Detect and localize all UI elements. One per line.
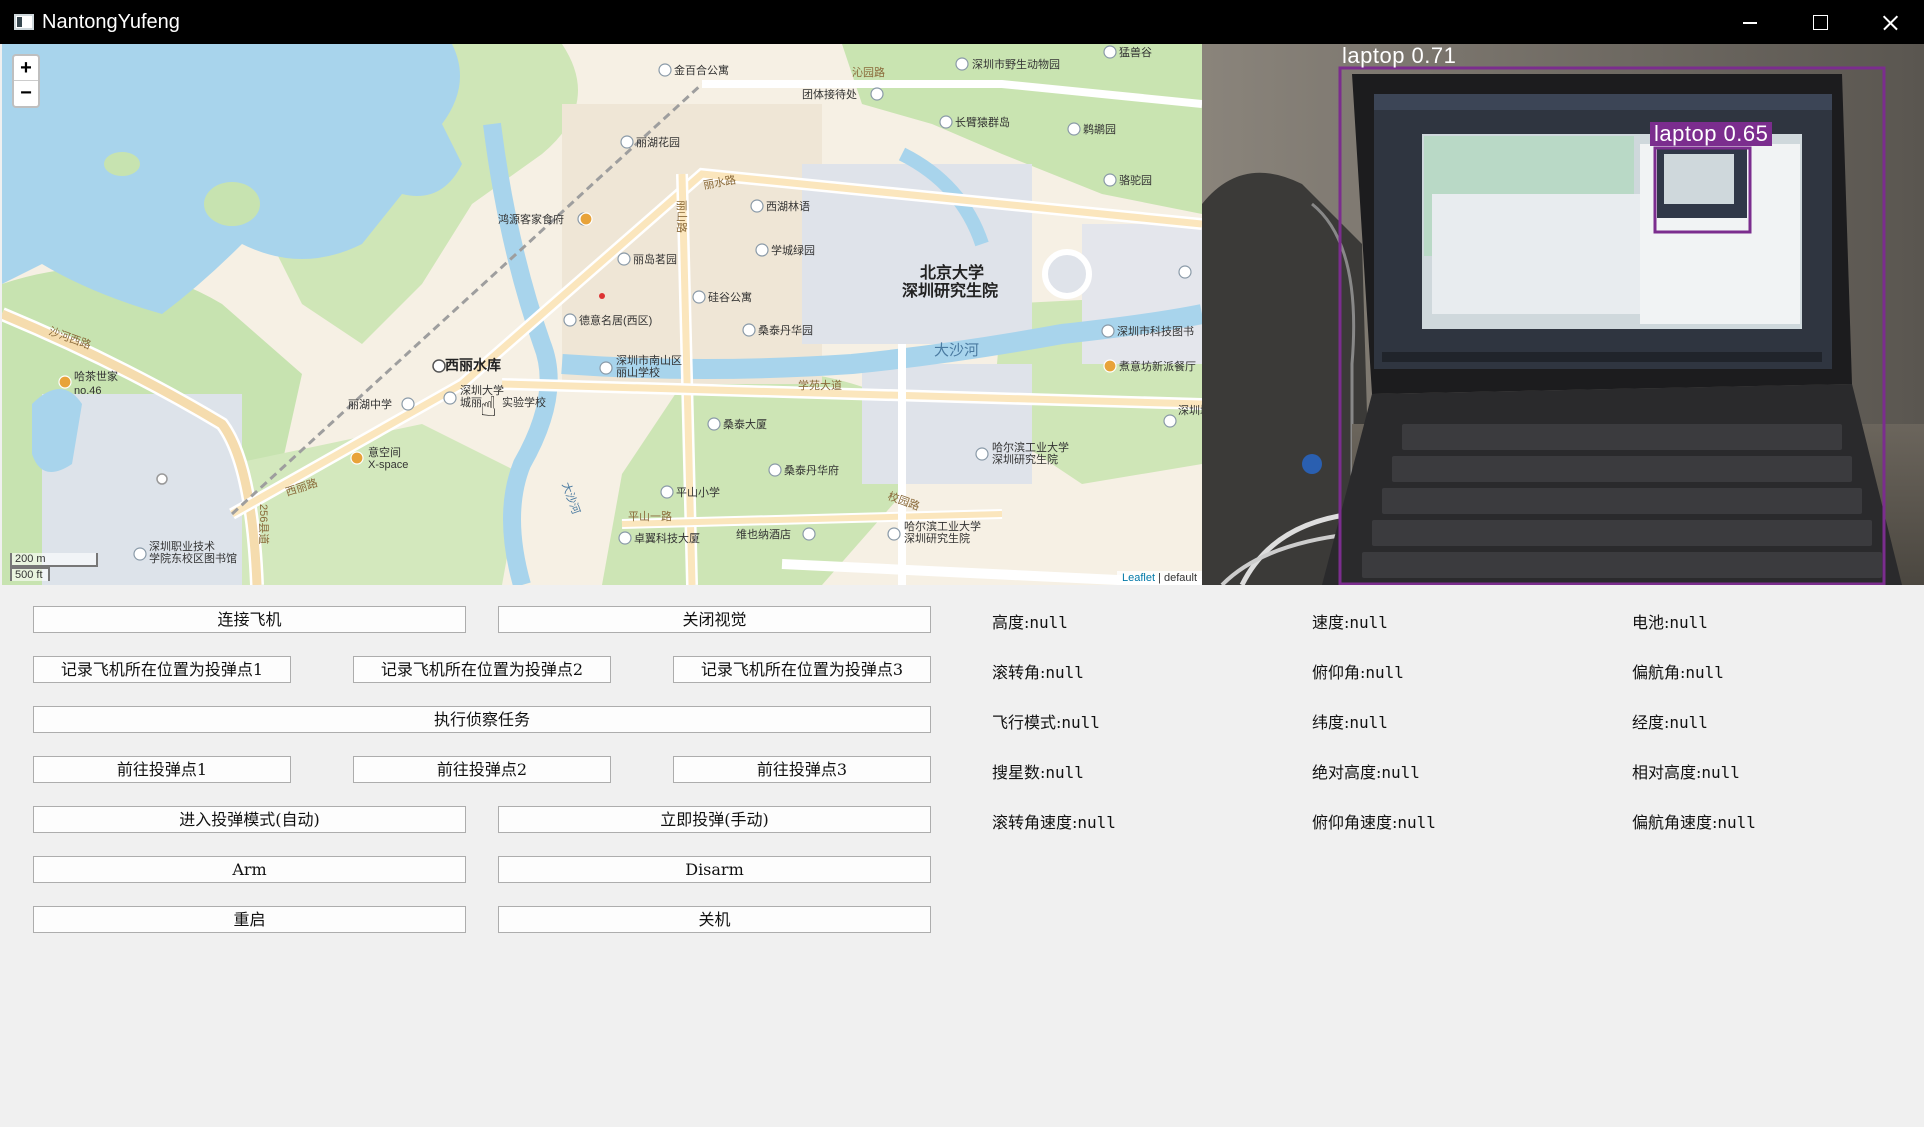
telemetry-pitch-rate: 俯仰角速度:null [1312, 813, 1436, 832]
telemetry-longitude: 经度:null [1632, 713, 1708, 732]
map-label: 深圳市科技图书 [1117, 324, 1194, 338]
close-button[interactable] [1854, 0, 1924, 44]
goto-drop-point-3-button[interactable]: 前往投弹点3 [673, 756, 931, 783]
close-vision-button[interactable]: 关闭视觉 [498, 606, 931, 633]
scale-metric: 200 m [10, 553, 98, 567]
telemetry-altitude: 高度:null [992, 613, 1068, 632]
attribution-text: | default [1155, 572, 1197, 584]
map-label: 深圳研究生院 [902, 281, 998, 300]
map-label: 城丽 [460, 396, 482, 409]
telemetry-relative-altitude: 相对高度:null [1632, 763, 1740, 782]
telemetry-satellites: 搜星数:null [992, 763, 1084, 782]
window-title: NantongYufeng [42, 11, 180, 33]
map-label: 深圳市野生动物园 [972, 57, 1060, 71]
map-label: 维也纳酒店 [736, 527, 791, 541]
detection-label: laptop 0.65 [1650, 122, 1773, 146]
telemetry-yaw: 偏航角:null [1632, 663, 1724, 682]
map-label: 煮意坊新派餐厅 [1119, 359, 1196, 373]
scale-imperial: 500 ft [10, 567, 50, 581]
shutdown-button[interactable]: 关机 [498, 906, 931, 933]
map-scale: 200 m 500 ft [10, 553, 98, 581]
map-label: 256县道 [257, 504, 271, 544]
telemetry-pitch: 俯仰角:null [1312, 663, 1404, 682]
title-bar: NantongYufeng [0, 0, 1924, 44]
map-label: 长臂猿群岛 [955, 115, 1010, 129]
map-label: 猛兽谷 [1119, 45, 1152, 59]
telemetry-flight-mode: 飞行模式:null [992, 713, 1100, 732]
map-label: 卓翼科技大厦 [634, 531, 700, 545]
map-label: 骆驼园 [1119, 173, 1152, 187]
recon-mission-button[interactable]: 执行侦察任务 [33, 706, 931, 733]
map-label: 金百合公寓 [674, 63, 729, 77]
camera-feed: laptop 0.71 laptop 0.65 [1202, 44, 1924, 585]
telemetry-roll: 滚转角:null [992, 663, 1084, 682]
map-label: 硅谷公寓 [708, 290, 752, 304]
map-label: 丽岛茗园 [633, 252, 677, 266]
map-attribution: Leaflet | default [1116, 571, 1202, 585]
map-label: 西丽水库 [445, 357, 501, 373]
zoom-in-button[interactable]: + [14, 56, 38, 81]
map-label: 桑泰丹华园 [758, 323, 813, 337]
map-label: no.46 [74, 385, 102, 397]
map-label: 深圳研究生院 [992, 452, 1058, 466]
map-label: 桑泰大厦 [723, 417, 767, 431]
telemetry-yaw-rate: 偏航角速度:null [1632, 813, 1756, 832]
map-label: 德意名居(西区) [579, 313, 652, 327]
zoom-control: + − [12, 54, 40, 108]
map-label: 丽山路 [675, 200, 688, 233]
auto-drop-mode-button[interactable]: 进入投弹模式(自动) [33, 806, 466, 833]
map-label: 沁园路 [852, 66, 885, 79]
map-label: 深圳研究生院 [904, 531, 970, 545]
map-label: X-space [368, 459, 408, 471]
map-label: 学城绿园 [771, 243, 815, 257]
leaflet-link[interactable]: Leaflet [1122, 572, 1155, 584]
map-label: 深圳市南山区 [616, 353, 682, 367]
goto-drop-point-1-button[interactable]: 前往投弹点1 [33, 756, 291, 783]
map-label: 丽湖花园 [636, 136, 680, 149]
telemetry-latitude: 纬度:null [1312, 713, 1388, 732]
zoom-out-button[interactable]: − [14, 81, 38, 106]
map-label: 哈茶世家 [74, 369, 118, 383]
reboot-button[interactable]: 重启 [33, 906, 466, 933]
app-icon [14, 14, 34, 30]
map-label: 桑泰丹华府 [784, 463, 839, 477]
map-label: 团体接待处 [802, 87, 857, 101]
record-drop-point-1-button[interactable]: 记录飞机所在位置为投弹点1 [33, 656, 291, 683]
map-label: 学院东校区图书馆 [149, 551, 237, 565]
telemetry-roll-rate: 滚转角速度:null [992, 813, 1116, 832]
map-label: 意空间 [368, 445, 401, 459]
map-label: 平山小学 [676, 485, 720, 499]
hand-cursor-icon: ☝ [480, 391, 498, 422]
arm-button[interactable]: Arm [33, 856, 466, 883]
detection-label: laptop 0.71 [1342, 44, 1457, 68]
telemetry-speed: 速度:null [1312, 613, 1388, 632]
map-label: 大沙河 [934, 342, 979, 359]
map-canvas: 金百合公寓 深圳市野生动物园 猛兽谷 团体接待处 长臂猿群岛 丽湖花园 鹈鹕园 … [2, 44, 1202, 585]
telemetry-absolute-altitude: 绝对高度:null [1312, 763, 1420, 782]
goto-drop-point-2-button[interactable]: 前往投弹点2 [353, 756, 611, 783]
map-label: 鸿源客家食府 [498, 212, 564, 226]
record-drop-point-2-button[interactable]: 记录飞机所在位置为投弹点2 [353, 656, 611, 683]
map-label: 哈尔滨工业大学 [992, 440, 1069, 454]
telemetry-battery: 电池:null [1632, 613, 1708, 632]
map-label: 西湖林语 [766, 199, 810, 213]
manual-drop-button[interactable]: 立即投弹(手动) [498, 806, 931, 833]
map-label: 深圳城 [1178, 404, 1202, 417]
map-label: 哈尔滨工业大学 [904, 519, 981, 533]
map-label: 丽山学校 [616, 365, 660, 379]
map-label: 丽湖中学 [348, 397, 392, 411]
camera-image [1202, 44, 1924, 585]
map-label: 北京大学 [920, 263, 984, 282]
minimize-button[interactable] [1714, 0, 1784, 44]
map-label: 学苑大道 [798, 378, 842, 392]
connect-aircraft-button[interactable]: 连接飞机 [33, 606, 466, 633]
map-label: 鹈鹕园 [1083, 122, 1116, 136]
record-drop-point-3-button[interactable]: 记录飞机所在位置为投弹点3 [673, 656, 931, 683]
map-label: 实验学校 [502, 395, 546, 409]
map-view[interactable]: 金百合公寓 深圳市野生动物园 猛兽谷 团体接待处 长臂猿群岛 丽湖花园 鹈鹕园 … [2, 44, 1202, 585]
disarm-button[interactable]: Disarm [498, 856, 931, 883]
map-label: 深圳职业技术 [149, 540, 215, 553]
map-label: 平山一路 [628, 510, 672, 523]
maximize-button[interactable] [1784, 0, 1854, 44]
